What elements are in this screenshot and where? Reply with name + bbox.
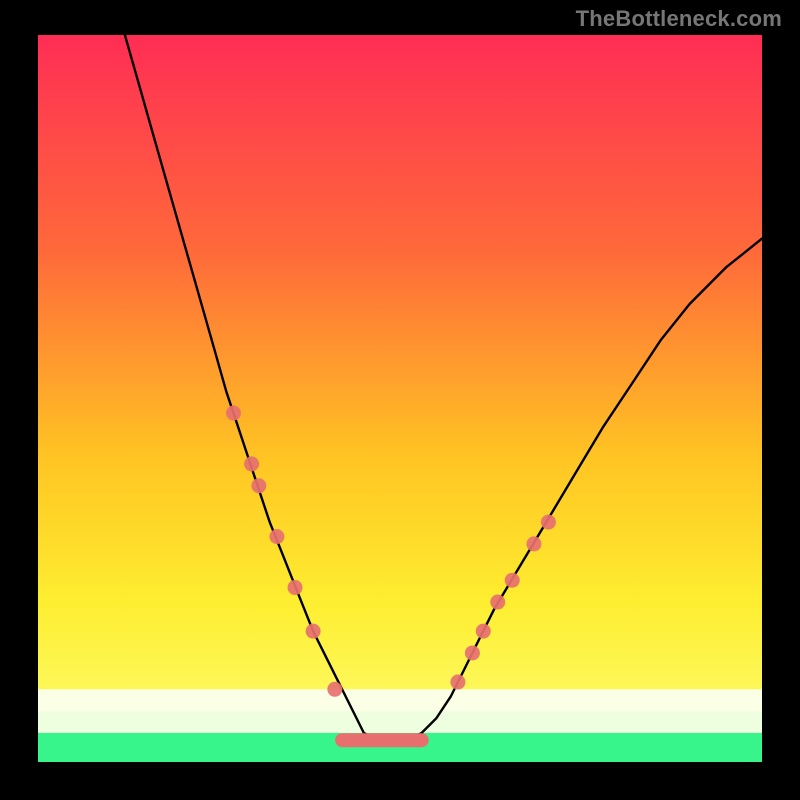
marker-right <box>526 536 541 551</box>
marker-left <box>327 682 342 697</box>
marker-right <box>450 675 465 690</box>
chart-outer-frame: TheBottleneck.com <box>0 0 800 800</box>
chart-svg <box>38 35 762 762</box>
gradient-bg <box>38 35 762 762</box>
marker-left <box>288 580 303 595</box>
marker-left <box>306 624 321 639</box>
marker-left <box>269 529 284 544</box>
marker-right <box>465 645 480 660</box>
marker-left <box>251 478 266 493</box>
marker-right <box>476 624 491 639</box>
marker-left <box>226 406 241 421</box>
marker-right <box>505 573 520 588</box>
plot-area <box>38 35 762 762</box>
watermark-text: TheBottleneck.com <box>576 6 782 32</box>
marker-left <box>244 456 259 471</box>
marker-right <box>541 515 556 530</box>
marker-right <box>490 595 505 610</box>
pale-band-lower <box>38 711 762 733</box>
